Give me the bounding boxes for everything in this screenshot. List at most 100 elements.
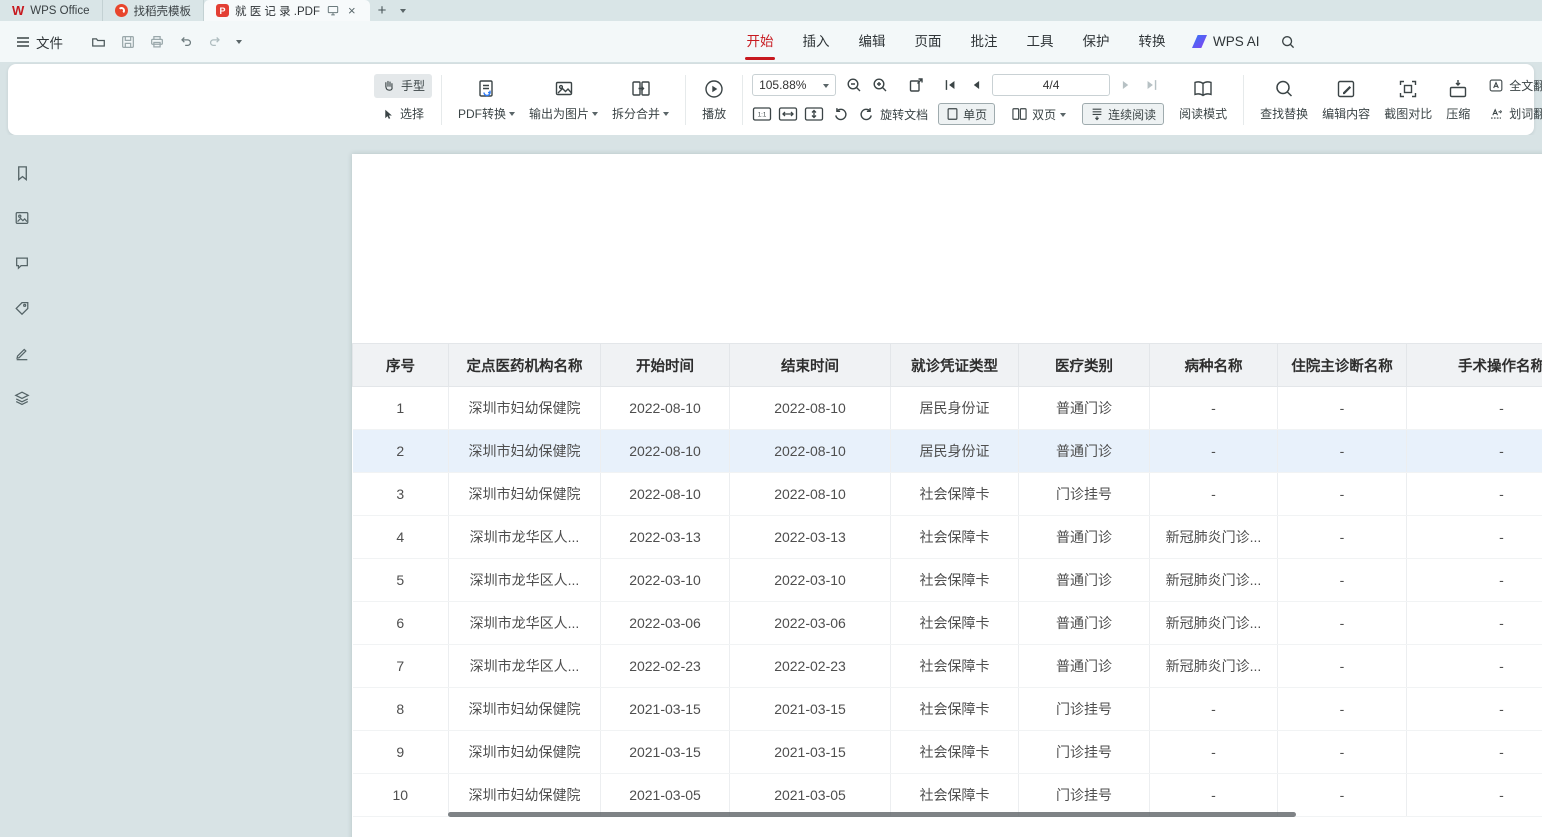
wps-ai-button[interactable]: WPS AI — [1192, 34, 1260, 49]
table-cell: 2022-03-13 — [601, 516, 730, 559]
actual-size-icon[interactable]: 1:1 — [752, 104, 772, 124]
new-tab-button[interactable]: + — [370, 0, 395, 21]
horizontal-scrollbar[interactable] — [448, 812, 1296, 817]
read-mode-label: 阅读模式 — [1179, 105, 1227, 122]
table-cell: 普通门诊 — [1019, 602, 1150, 645]
select-tool-button[interactable]: 选择 — [374, 102, 432, 126]
hamburger-icon — [16, 36, 30, 48]
menu-tab-保护[interactable]: 保护 — [1068, 21, 1124, 62]
tab-docer-templates[interactable]: 找稻壳模板 — [103, 0, 205, 21]
undo-history-caret-icon[interactable] — [236, 36, 242, 47]
tab-list-caret-icon[interactable] — [394, 0, 412, 21]
undo-icon[interactable] — [178, 34, 194, 49]
redo-icon[interactable] — [207, 34, 223, 49]
pdf-page[interactable]: 序号定点医药机构名称开始时间结束时间就诊凭证类型医疗类别病种名称住院主诊断名称手… — [352, 154, 1542, 837]
rotate-left-icon[interactable] — [830, 104, 850, 124]
search-icon[interactable] — [1280, 34, 1296, 50]
play-button[interactable]: 播放 — [695, 69, 733, 131]
table-cell: - — [1278, 731, 1407, 774]
screenshot-compare-icon — [1397, 78, 1419, 100]
window-tabbar: W WPS Office 找稻壳模板 P 就 医 记 录 .PDF × + — [0, 0, 1542, 21]
read-mode-button[interactable]: 阅读模式 — [1172, 69, 1234, 131]
menu-tab-编辑[interactable]: 编辑 — [844, 21, 900, 62]
tab-document-pdf[interactable]: P 就 医 记 录 .PDF × — [204, 0, 370, 21]
bookmarks-panel-icon[interactable] — [9, 161, 35, 185]
find-replace-button[interactable]: 查找替换 — [1253, 69, 1315, 131]
table-cell: 2022-03-10 — [601, 559, 730, 602]
menu-tab-工具[interactable]: 工具 — [1012, 21, 1068, 62]
rotate-doc-label[interactable]: 旋转文档 — [880, 106, 928, 123]
single-page-button[interactable]: 单页 — [938, 103, 995, 125]
file-menu-button[interactable]: 文件 — [10, 28, 69, 56]
thumbnails-panel-icon[interactable] — [9, 206, 35, 230]
caret-down-icon — [823, 84, 829, 91]
caret-down-icon — [1060, 113, 1066, 120]
screenshot-compare-button[interactable]: 截图对比 — [1377, 69, 1439, 131]
continuous-read-button[interactable]: 连续阅读 — [1082, 103, 1164, 125]
fit-width-icon[interactable] — [778, 104, 798, 124]
menu-tab-插入[interactable]: 插入 — [788, 21, 844, 62]
export-image-button[interactable]: 输出为图片 — [522, 69, 605, 131]
menu-tab-转换[interactable]: 转换 — [1124, 21, 1180, 62]
table-header-cell: 手术操作名称 — [1407, 344, 1542, 387]
snapshot-icon[interactable] — [906, 75, 926, 95]
save-icon[interactable] — [120, 34, 136, 50]
table-cell: - — [1407, 516, 1542, 559]
table-cell: - — [1278, 473, 1407, 516]
word-translate-button[interactable]: 划词翻译 — [1481, 102, 1542, 126]
tab-wps-office[interactable]: W WPS Office — [0, 0, 103, 21]
table-header-cell: 医疗类别 — [1019, 344, 1150, 387]
medical-records-table: 序号定点医药机构名称开始时间结束时间就诊凭证类型医疗类别病种名称住院主诊断名称手… — [352, 343, 1542, 817]
menu-tab-批注[interactable]: 批注 — [956, 21, 1012, 62]
view-row: 1:1 旋转文档 单页 — [752, 102, 1164, 126]
table-cell: - — [1150, 774, 1278, 817]
close-tab-icon[interactable]: × — [346, 3, 358, 18]
table-cell: 社会保障卡 — [891, 774, 1019, 817]
hand-tool-button[interactable]: 手型 — [374, 74, 432, 98]
export-image-label: 输出为图片 — [529, 105, 589, 122]
table-cell: - — [1150, 473, 1278, 516]
table-cell: 2022-03-06 — [601, 602, 730, 645]
table-cell: 深圳市龙华区人... — [449, 645, 601, 688]
wps-ai-icon — [1192, 35, 1207, 48]
menu-tab-页面[interactable]: 页面 — [900, 21, 956, 62]
prev-page-icon[interactable] — [966, 75, 986, 95]
tags-panel-icon[interactable] — [9, 296, 35, 320]
edit-content-icon — [1335, 78, 1357, 100]
table-cell: 深圳市龙华区人... — [449, 559, 601, 602]
compress-button[interactable]: 压缩 — [1439, 69, 1477, 131]
last-page-icon[interactable] — [1142, 75, 1162, 95]
zoom-page-group: 105.88% 4/4 — [752, 73, 1164, 126]
screenshot-compare-label: 截图对比 — [1384, 105, 1432, 122]
comments-panel-icon[interactable] — [9, 251, 35, 275]
menu-tab-开始[interactable]: 开始 — [732, 21, 788, 62]
zoom-in-icon[interactable] — [870, 75, 890, 95]
table-row: 8深圳市妇幼保健院2021-03-152021-03-15社会保障卡门诊挂号--… — [353, 688, 1542, 731]
monitor-icon[interactable] — [326, 4, 340, 17]
edit-content-label: 编辑内容 — [1322, 105, 1370, 122]
print-icon[interactable] — [149, 34, 165, 50]
zoom-level-select[interactable]: 105.88% — [752, 74, 836, 96]
table-cell: - — [1407, 688, 1542, 731]
table-row: 2深圳市妇幼保健院2022-08-102022-08-10居民身份证普通门诊--… — [353, 430, 1542, 473]
open-file-icon[interactable] — [90, 34, 107, 50]
next-page-icon[interactable] — [1116, 75, 1136, 95]
first-page-icon[interactable] — [940, 75, 960, 95]
page-number-input[interactable]: 4/4 — [992, 74, 1110, 96]
rotate-right-icon[interactable] — [856, 104, 876, 124]
zoom-out-icon[interactable] — [844, 75, 864, 95]
fit-page-icon[interactable] — [804, 104, 824, 124]
full-translate-button[interactable]: 全文翻译 — [1481, 74, 1542, 98]
pdf-convert-button[interactable]: PDF转换 — [451, 69, 522, 131]
signature-panel-icon[interactable] — [9, 341, 35, 365]
table-cell: 2021-03-05 — [601, 774, 730, 817]
edit-content-button[interactable]: 编辑内容 — [1315, 69, 1377, 131]
layers-panel-icon[interactable] — [9, 386, 35, 410]
split-merge-button[interactable]: 拆分合并 — [605, 69, 676, 131]
table-row: 7深圳市龙华区人...2022-02-232022-02-23社会保障卡普通门诊… — [353, 645, 1542, 688]
double-page-button[interactable]: 双页 — [1003, 103, 1074, 125]
document-viewport[interactable]: 序号定点医药机构名称开始时间结束时间就诊凭证类型医疗类别病种名称住院主诊断名称手… — [44, 135, 1542, 837]
continuous-read-label: 连续阅读 — [1108, 106, 1156, 123]
ribbon-separator — [441, 75, 442, 125]
table-cell: 门诊挂号 — [1019, 473, 1150, 516]
